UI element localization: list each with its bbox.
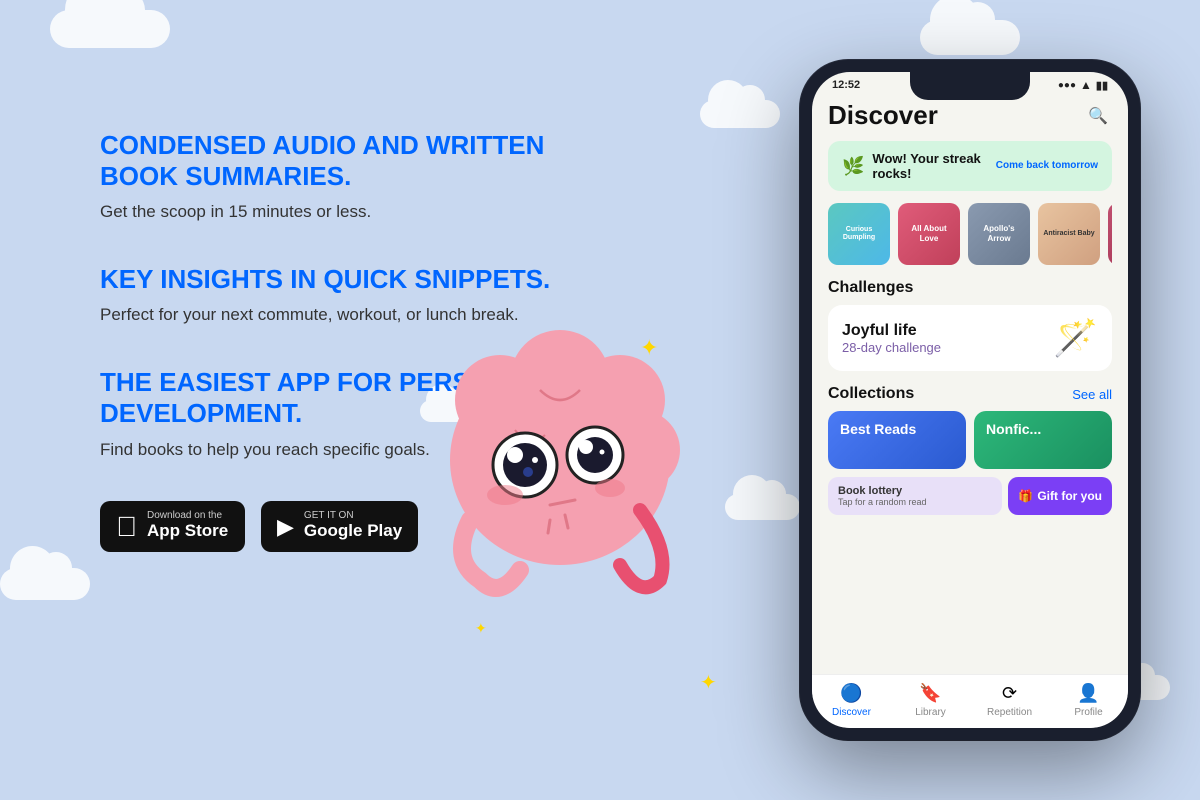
google-play-icon: ▶ bbox=[277, 516, 294, 538]
wifi-icon: ▲ bbox=[1080, 78, 1092, 92]
streak-message: Wow! Your streak rocks! bbox=[872, 151, 987, 181]
streak-banner[interactable]: 🌿 Wow! Your streak rocks! Come back tomo… bbox=[828, 141, 1112, 191]
app-discover-title: Discover bbox=[828, 100, 938, 131]
lottery-gift-bar: Book lottery Tap for a random read 🎁 Gif… bbox=[828, 477, 1112, 515]
collections-section-title: Collections bbox=[828, 385, 914, 403]
collection-nonfic-label: Nonfic... bbox=[986, 421, 1041, 437]
book-cover-3[interactable]: Apollo's Arrow bbox=[968, 203, 1030, 265]
feature-block-1: CONDENSED AUDIO AND WRITTEN BOOK SUMMARI… bbox=[100, 130, 560, 224]
phone-mockup: 12:52 ●●● ▲ ▮▮ Discover 🔍 🌿 Wow! Your st… bbox=[800, 60, 1140, 740]
gift-label: Gift for you bbox=[1037, 489, 1102, 503]
library-nav-label: Library bbox=[915, 707, 946, 718]
nav-repetition[interactable]: ⟳ Repetition bbox=[970, 683, 1049, 718]
feature-title-1: CONDENSED AUDIO AND WRITTEN BOOK SUMMARI… bbox=[100, 130, 560, 192]
collection-nonfic[interactable]: Nonfic... bbox=[974, 411, 1112, 469]
apple-icon:  bbox=[116, 513, 137, 541]
collection-best-reads[interactable]: Best Reads bbox=[828, 411, 966, 469]
book-cover-1[interactable]: Curious Dumpling bbox=[828, 203, 890, 265]
cloud-decoration-2 bbox=[50, 10, 170, 48]
star-decoration-3: ✦ bbox=[700, 670, 717, 695]
battery-icon: ▮▮ bbox=[1096, 79, 1108, 92]
feature-title-2: KEY INSIGHTS IN QUICK SNIPPETS. bbox=[100, 264, 560, 295]
nav-profile[interactable]: 👤 Profile bbox=[1049, 683, 1128, 718]
repetition-nav-label: Repetition bbox=[987, 707, 1032, 718]
streak-icon: 🌿 bbox=[842, 156, 864, 177]
challenge-card[interactable]: Joyful life 28-day challenge 🪄 bbox=[828, 305, 1112, 371]
book-title-4: Antiracist Baby bbox=[1043, 230, 1094, 238]
repetition-nav-icon: ⟳ bbox=[1002, 683, 1017, 704]
lottery-subtitle: Tap for a random read bbox=[838, 497, 992, 507]
discover-nav-label: Discover bbox=[832, 707, 871, 718]
streak-cta[interactable]: Come back tomorrow bbox=[996, 160, 1098, 172]
app-store-button[interactable]:  Download on the App Store bbox=[100, 501, 245, 551]
nav-discover[interactable]: 🔵 Discover bbox=[812, 683, 891, 718]
book-cover-5[interactable]: PE bbox=[1108, 203, 1112, 265]
google-play-bottom-text: Google Play bbox=[304, 521, 402, 541]
app-store-text: Download on the App Store bbox=[147, 511, 228, 541]
lottery-card[interactable]: Book lottery Tap for a random read bbox=[828, 477, 1002, 515]
profile-nav-label: Profile bbox=[1074, 707, 1102, 718]
challenge-info: Joyful life 28-day challenge bbox=[842, 322, 941, 355]
book-title-3: Apollo's Arrow bbox=[972, 224, 1026, 243]
bottom-navigation: 🔵 Discover 🔖 Library ⟳ Repetition 👤 Prof… bbox=[812, 674, 1128, 728]
collections-header: Collections See all bbox=[828, 385, 1112, 403]
app-header: Discover 🔍 bbox=[828, 100, 1112, 131]
phone-notch bbox=[910, 72, 1030, 100]
see-all-link[interactable]: See all bbox=[1072, 387, 1112, 402]
collection-best-reads-label: Best Reads bbox=[840, 421, 916, 437]
discover-nav-icon: 🔵 bbox=[840, 683, 862, 704]
lottery-title: Book lottery bbox=[838, 485, 992, 497]
library-nav-icon: 🔖 bbox=[919, 683, 941, 704]
book-title-1: Curious Dumpling bbox=[832, 226, 886, 243]
cloud-decoration-3 bbox=[700, 100, 780, 128]
phone-screen: 12:52 ●●● ▲ ▮▮ Discover 🔍 🌿 Wow! Your st… bbox=[812, 72, 1128, 728]
feature-desc-1: Get the scoop in 15 minutes or less. bbox=[100, 200, 560, 224]
challenge-duration: 28-day challenge bbox=[842, 340, 941, 355]
books-row: Curious Dumpling All About Love Apollo's… bbox=[828, 203, 1112, 265]
app-store-bottom-text: App Store bbox=[147, 521, 228, 541]
google-play-text: GET IT ON Google Play bbox=[304, 511, 402, 541]
status-time: 12:52 bbox=[832, 79, 860, 91]
nav-library[interactable]: 🔖 Library bbox=[891, 683, 970, 718]
gift-card[interactable]: 🎁 Gift for you bbox=[1008, 477, 1112, 515]
app-store-top-text: Download on the bbox=[147, 511, 228, 521]
mascot-character bbox=[420, 300, 700, 620]
book-cover-4[interactable]: Antiracist Baby bbox=[1038, 203, 1100, 265]
challenges-section-title: Challenges bbox=[828, 279, 1112, 297]
cloud-decoration-4 bbox=[0, 568, 90, 600]
challenge-name: Joyful life bbox=[842, 322, 941, 340]
signal-icon: ●●● bbox=[1058, 80, 1076, 91]
profile-nav-icon: 👤 bbox=[1077, 683, 1099, 704]
book-title-2: All About Love bbox=[902, 224, 956, 243]
app-content-area: Discover 🔍 🌿 Wow! Your streak rocks! Com… bbox=[812, 92, 1128, 515]
challenge-icon: 🪄 bbox=[1053, 317, 1098, 359]
collections-row: Best Reads Nonfic... bbox=[828, 411, 1112, 469]
gift-icon: 🎁 bbox=[1018, 489, 1033, 503]
cloud-decoration-1 bbox=[920, 20, 1020, 55]
status-icons: ●●● ▲ ▮▮ bbox=[1058, 78, 1108, 92]
book-cover-2[interactable]: All About Love bbox=[898, 203, 960, 265]
star-decoration-4: ✦ bbox=[475, 620, 487, 637]
search-button[interactable]: 🔍 bbox=[1084, 102, 1112, 130]
cloud-decoration-7 bbox=[725, 494, 800, 520]
phone-outer-frame: 12:52 ●●● ▲ ▮▮ Discover 🔍 🌿 Wow! Your st… bbox=[800, 60, 1140, 740]
google-play-top-text: GET IT ON bbox=[304, 511, 402, 521]
google-play-button[interactable]: ▶ GET IT ON Google Play bbox=[261, 501, 418, 551]
